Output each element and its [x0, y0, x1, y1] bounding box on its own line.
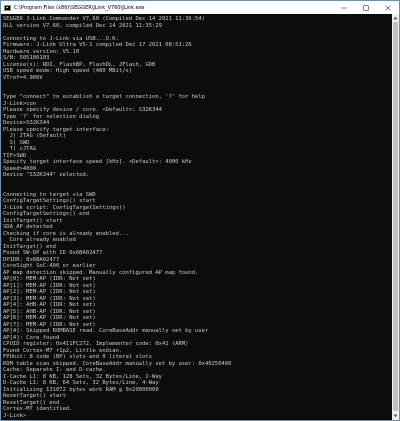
jlink-console-window: C:\Program Files (x86)\SEGGER\JLink_V760… — [0, 0, 400, 421]
close-icon — [385, 5, 391, 10]
console-app-icon — [4, 4, 11, 11]
console-line: J-Link> — [3, 412, 27, 419]
maximize-button[interactable] — [355, 1, 377, 14]
close-button[interactable] — [377, 1, 399, 14]
scroll-up-arrow-icon[interactable] — [393, 15, 398, 21]
vertical-scrollbar[interactable] — [392, 14, 399, 420]
scroll-down-arrow-icon[interactable] — [393, 413, 398, 419]
maximize-icon — [363, 5, 369, 10]
scrollbar-thumb[interactable] — [393, 22, 398, 411]
title-bar[interactable]: C:\Program Files (x86)\SEGGER\JLink_V760… — [1, 1, 399, 14]
minimize-button[interactable] — [333, 1, 355, 14]
window-title: C:\Program Files (x86)\SEGGER\JLink_V760… — [14, 4, 145, 11]
minimize-icon — [341, 7, 347, 8]
console-output[interactable]: SEGGER J-Link Commander V7.60 (Compiled … — [1, 14, 392, 420]
